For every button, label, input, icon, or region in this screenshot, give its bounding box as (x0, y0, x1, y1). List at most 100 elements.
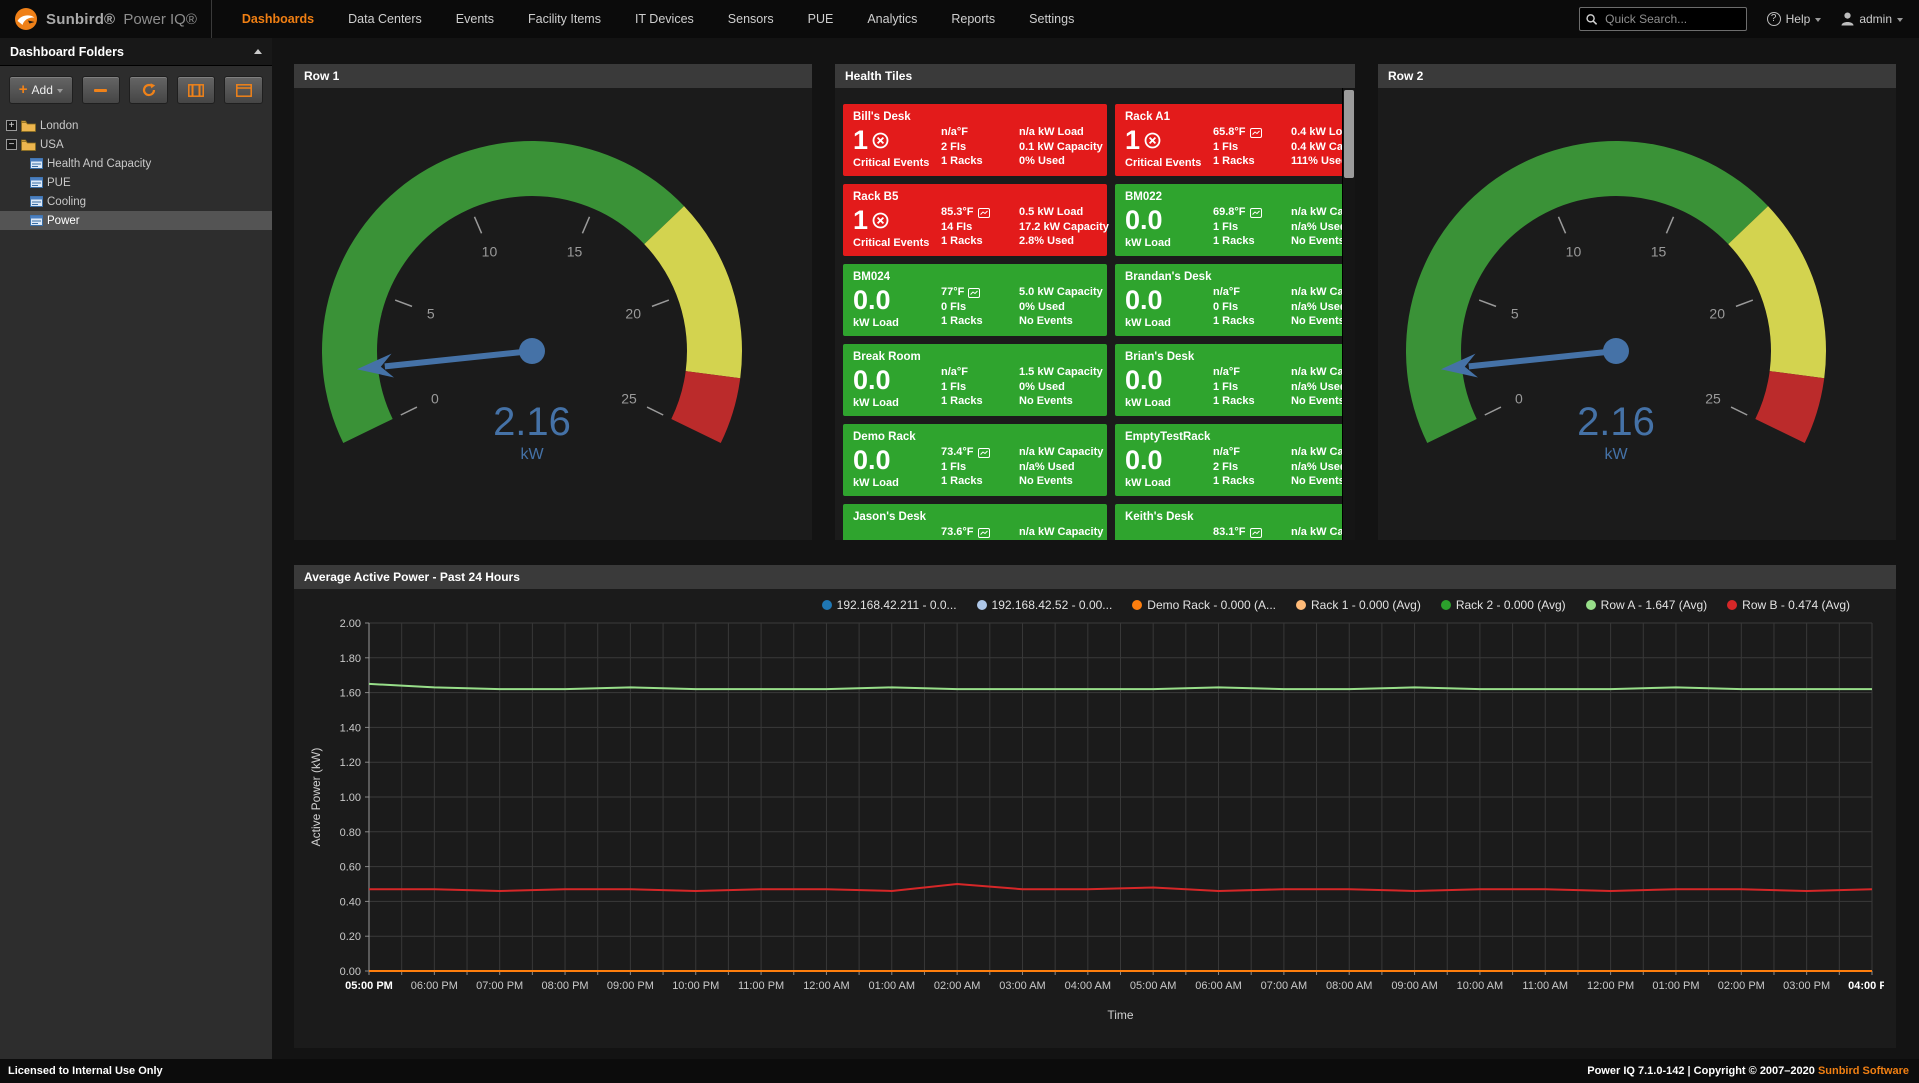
health-tile-jason-s-desk[interactable]: Jason's Desk0.073.6°Fn/a kW Capacity (843, 504, 1107, 540)
legend-label: 192.168.42.211 - 0.0... (837, 598, 957, 612)
health-tile-rack-b5[interactable]: Rack B51Critical Events85.3°F14 FIs1 Rac… (843, 184, 1107, 256)
health-tile-rack-a1[interactable]: Rack A11Critical Events65.8°F1 FIs1 Rack… (1115, 104, 1355, 176)
folder-toolbar: + Add (0, 66, 272, 116)
trend-chart-icon[interactable] (1250, 208, 1262, 218)
tile-stat: 1 Racks (1213, 235, 1291, 249)
tree-item-pue[interactable]: PUE (0, 173, 272, 192)
folder-icon (21, 139, 36, 151)
nav-facility-items[interactable]: Facility Items (528, 12, 601, 26)
tile-title: EmptyTestRack (1125, 431, 1355, 443)
health-tile-break-room[interactable]: Break Room0.0kW Loadn/a°F1 FIs1 Racks1.5… (843, 344, 1107, 416)
tile-stat: 77°F (941, 286, 1019, 300)
tile-stat-text: 65.8°F (1213, 126, 1246, 140)
trend-chart-icon[interactable] (978, 448, 990, 458)
legend-item-row-a[interactable]: Row A - 1.647 (Avg) (1586, 598, 1708, 612)
tile-primary-value: 1 (1125, 128, 1213, 153)
nav-reports[interactable]: Reports (951, 12, 995, 26)
legend-item-rack-2[interactable]: Rack 2 - 0.000 (Avg) (1441, 598, 1566, 612)
tree-item-health-and-capacity[interactable]: Health And Capacity (0, 154, 272, 173)
remove-button[interactable] (82, 76, 121, 104)
svg-text:07:00 PM: 07:00 PM (476, 980, 523, 992)
tile-primary-value: 1 (853, 208, 941, 233)
svg-text:09:00 PM: 09:00 PM (607, 980, 654, 992)
critical-event-icon (872, 212, 889, 229)
dashboard-folders-header[interactable]: Dashboard Folders (0, 38, 272, 66)
collapse-panel-icon[interactable] (254, 49, 262, 54)
search-input[interactable] (1603, 11, 1740, 27)
health-tile-bill-s-desk[interactable]: Bill's Desk1Critical Eventsn/a°F2 FIs1 R… (843, 104, 1107, 176)
tree-item-cooling[interactable]: Cooling (0, 192, 272, 211)
trend-chart-icon[interactable] (978, 528, 990, 538)
tile-power-stats: n/a kW Capacityn/a% UsedNo Events (1019, 446, 1097, 489)
legend-item-192-168-42-52[interactable]: 192.168.42.52 - 0.00... (977, 598, 1113, 612)
quick-search[interactable] (1579, 7, 1747, 31)
tile-stat: 1 Racks (941, 235, 1019, 249)
tree-item-london[interactable]: +London (0, 116, 272, 135)
panel-average-active-power: Average Active Power - Past 24 Hours 192… (294, 565, 1896, 1048)
tree-item-usa[interactable]: −USA (0, 135, 272, 154)
help-menu[interactable]: ? Help (1767, 12, 1822, 26)
trend-chart-icon[interactable] (1250, 128, 1262, 138)
nav-it-devices[interactable]: IT Devices (635, 12, 694, 26)
svg-text:05:00 PM: 05:00 PM (345, 980, 393, 992)
user-menu[interactable]: admin (1841, 12, 1903, 26)
nav-settings[interactable]: Settings (1029, 12, 1074, 26)
tile-stat-text: No Events (1291, 235, 1345, 249)
health-tile-demo-rack[interactable]: Demo Rack0.0kW Load73.4°F1 FIs1 Racksn/a… (843, 424, 1107, 496)
tile-stat-text: 0% Used (1019, 155, 1065, 169)
svg-text:01:00 AM: 01:00 AM (869, 980, 915, 992)
refresh-button[interactable] (129, 76, 168, 104)
tile-primary-label: kW Load (853, 317, 941, 329)
svg-text:10:00 AM: 10:00 AM (1457, 980, 1503, 992)
sunbird-software-link[interactable]: Sunbird Software (1818, 1065, 1909, 1077)
expand-icon[interactable]: + (6, 120, 17, 131)
svg-text:1.80: 1.80 (340, 653, 361, 665)
svg-text:15: 15 (1651, 244, 1667, 260)
panel-title: Row 1 (304, 69, 339, 83)
trend-chart-icon[interactable] (968, 288, 980, 298)
svg-text:Time: Time (1107, 1008, 1134, 1022)
trend-chart-icon[interactable] (978, 208, 990, 218)
tile-stat: 0.5 kW Load (1019, 206, 1097, 220)
health-tile-brandan-s-desk[interactable]: Brandan's Desk0.0kW Loadn/a°F0 FIs1 Rack… (1115, 264, 1355, 336)
nav-pue[interactable]: PUE (808, 12, 834, 26)
legend-item-192-168-42-211[interactable]: 192.168.42.211 - 0.0... (822, 598, 957, 612)
tile-stat: 85.3°F (941, 206, 1019, 220)
collapse-icon[interactable]: − (6, 139, 17, 150)
health-tile-emptytestrack[interactable]: EmptyTestRack0.0kW Loadn/a°F2 FIs1 Racks… (1115, 424, 1355, 496)
health-tile-bm022[interactable]: BM0220.0kW Load69.8°F1 FIs1 Racksn/a kW … (1115, 184, 1355, 256)
svg-text:1.00: 1.00 (340, 792, 361, 804)
scrollbar-thumb[interactable] (1344, 90, 1354, 178)
health-scrollbar[interactable] (1342, 88, 1355, 540)
legend-item-rack-1[interactable]: Rack 1 - 0.000 (Avg) (1296, 598, 1421, 612)
nav-data-centers[interactable]: Data Centers (348, 12, 422, 26)
health-tile-brian-s-desk[interactable]: Brian's Desk0.0kW Loadn/a°F1 FIs1 Racksn… (1115, 344, 1355, 416)
trend-chart-icon[interactable] (1250, 528, 1262, 538)
dashboard-icon (30, 196, 43, 207)
brand[interactable]: Sunbird® Power IQ® (0, 7, 211, 31)
nav-sensors[interactable]: Sensors (728, 12, 774, 26)
tile-primary-value: 0.0 (853, 288, 941, 313)
health-tile-keith-s-desk[interactable]: Keith's Desk0.083.1°Fn/a kW Capacity (1115, 504, 1355, 540)
svg-text:04:00 PM: 04:00 PM (1848, 980, 1884, 992)
tile-primary-value: 0.0 (853, 540, 941, 541)
add-button[interactable]: + Add (9, 76, 73, 104)
slideshow-button[interactable] (177, 76, 216, 104)
health-tile-bm024[interactable]: BM0240.0kW Load77°F0 FIs1 Racks5.0 kW Ca… (843, 264, 1107, 336)
tile-stat: 1 FIs (1213, 221, 1291, 235)
tile-primary-value: 0.0 (1125, 448, 1213, 473)
tile-stat: 0.1 kW Capacity (1019, 141, 1097, 155)
tile-title: Jason's Desk (853, 511, 1097, 523)
nav-dashboards[interactable]: Dashboards (242, 12, 314, 26)
tree-item-power[interactable]: Power (0, 211, 272, 230)
legend-item-demo-rack[interactable]: Demo Rack - 0.000 (A... (1132, 598, 1276, 612)
open-window-button[interactable] (224, 76, 263, 104)
legend-item-row-b[interactable]: Row B - 0.474 (Avg) (1727, 598, 1850, 612)
svg-text:0.60: 0.60 (340, 862, 361, 874)
tile-stat-text: 0.1 kW Capacity (1019, 141, 1103, 155)
tile-stat-text: 1 Racks (941, 475, 983, 489)
legend-label: Rack 1 - 0.000 (Avg) (1311, 598, 1421, 612)
nav-events[interactable]: Events (456, 12, 494, 26)
nav-analytics[interactable]: Analytics (867, 12, 917, 26)
tile-stats-row: 0.0kW Load69.8°F1 FIs1 Racksn/a kW Capac… (1125, 206, 1355, 249)
